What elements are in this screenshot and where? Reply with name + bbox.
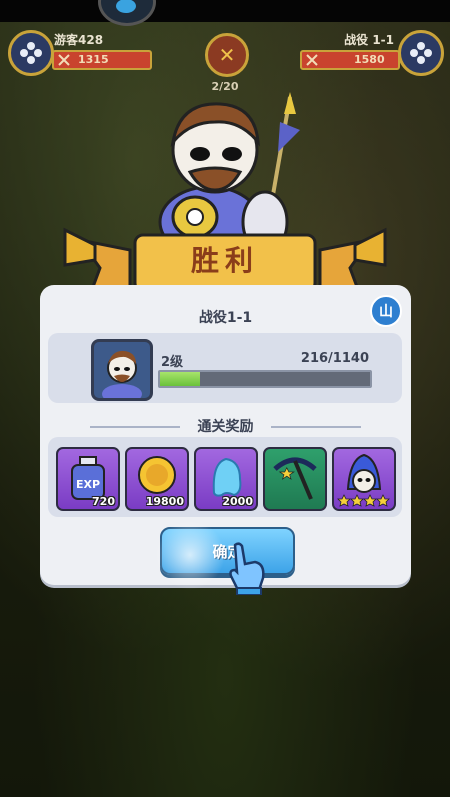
player-power: 1315 (78, 53, 109, 66)
reward-count: 720 (92, 495, 115, 508)
reward-item-crystal[interactable]: 2000 (194, 447, 258, 511)
enemy-info-right: 战役 1-1 1580 (274, 30, 444, 76)
wizard-hero-icon (337, 453, 390, 507)
crossed-swords-icon (58, 54, 70, 66)
versus-swords-icon: ✕ (205, 33, 249, 77)
crossed-swords-icon (306, 54, 318, 66)
mountain-button[interactable]: 山 (370, 295, 402, 327)
reward-count: 2000 (222, 495, 253, 508)
flower-emblem-icon (398, 30, 444, 76)
reward-item-pickaxe[interactable] (263, 447, 327, 511)
experience-bar-fill (160, 372, 200, 386)
tap-highlight (155, 520, 225, 590)
rewards-list: EXP 720 19800 2000 (48, 437, 402, 517)
hero-level: 2级 (161, 355, 184, 370)
reward-count: 19800 (145, 495, 184, 508)
stage-title: 战役1-1 (198, 310, 253, 326)
pickaxe-icon (273, 457, 317, 500)
reward-item-exp[interactable]: EXP 720 (56, 447, 120, 511)
hero-portrait (91, 339, 153, 401)
experience-box: 2级 216/1140 (48, 333, 402, 403)
reward-item-wizard[interactable] (332, 447, 396, 511)
flower-emblem-icon (8, 30, 54, 76)
experience-bar (158, 370, 372, 388)
status-bar (0, 0, 450, 22)
enemy-name: 战役 1-1 (344, 33, 394, 47)
player-power-bar: 1315 (52, 50, 152, 70)
enemy-power: 1580 (354, 53, 385, 66)
experience-count: 216/1140 (300, 351, 369, 366)
player-info-left: 游客428 1315 (8, 30, 178, 76)
player-name: 游客428 (54, 33, 104, 47)
enemy-power-bar: 1580 (300, 50, 400, 70)
svg-text:EXP: EXP (76, 478, 100, 491)
pointing-hand-icon (229, 542, 265, 595)
victory-title: 胜利 (190, 244, 259, 277)
divider-right (271, 426, 361, 428)
reward-item-gold[interactable]: 19800 (125, 447, 189, 511)
